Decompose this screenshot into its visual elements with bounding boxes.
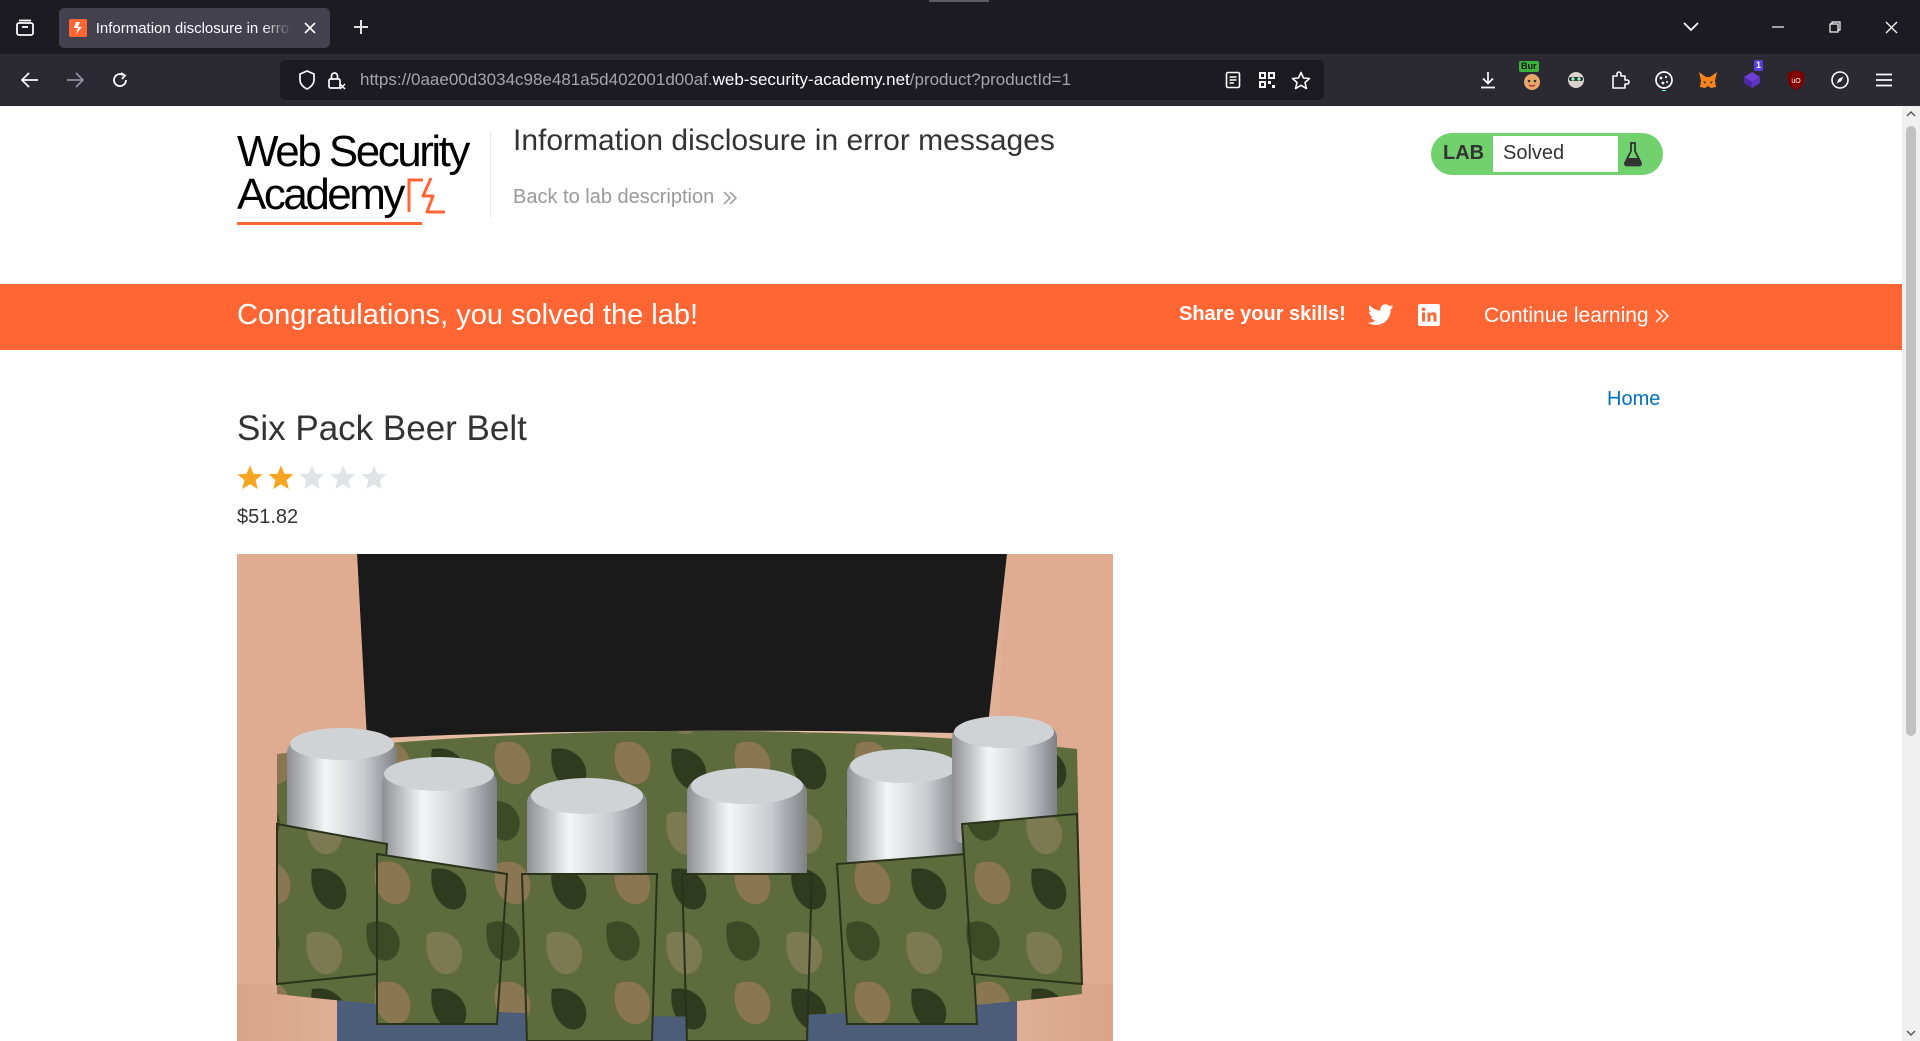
new-tab-button[interactable] bbox=[345, 11, 377, 43]
active-tab[interactable]: Information disclosure in error messages bbox=[59, 8, 330, 48]
drag-indicator bbox=[929, 0, 989, 2]
tab-bar: Information disclosure in error messages bbox=[0, 0, 1920, 54]
congratulations-message: Congratulations, you solved the lab! bbox=[237, 299, 699, 331]
linkedin-share-icon[interactable] bbox=[1418, 304, 1440, 331]
compass-extension-icon[interactable] bbox=[1818, 63, 1862, 97]
tab-list-icon bbox=[16, 19, 34, 36]
notification-badge: 1 bbox=[1754, 60, 1764, 71]
star-filled-icon bbox=[268, 465, 294, 490]
logo-lightning-icon bbox=[407, 177, 445, 214]
metamask-fox-icon[interactable] bbox=[1686, 63, 1730, 97]
logo-line-2: Academy bbox=[237, 170, 405, 219]
downloads-icon[interactable] bbox=[1466, 63, 1510, 97]
product-rating bbox=[236, 464, 391, 491]
tabbar-spacer bbox=[1719, 0, 1749, 54]
twitter-share-icon[interactable] bbox=[1367, 304, 1394, 331]
extensions-puzzle-icon[interactable] bbox=[1598, 63, 1642, 97]
logo-underline bbox=[237, 222, 422, 225]
minimize-button[interactable] bbox=[1749, 0, 1806, 54]
header-divider bbox=[490, 132, 491, 218]
plus-icon bbox=[354, 20, 368, 34]
minimize-icon bbox=[1771, 26, 1784, 28]
chevron-down-icon bbox=[1682, 22, 1699, 32]
site-lock-icon[interactable] bbox=[322, 65, 352, 95]
product-title: Six Pack Beer Belt bbox=[237, 409, 527, 448]
star-empty-icon bbox=[330, 465, 356, 490]
url-prefix: https://0aae00d3034c98e481a5d402001d00af… bbox=[360, 70, 713, 89]
product-price: $51.82 bbox=[237, 506, 299, 528]
cookie-extension-icon[interactable] bbox=[1642, 63, 1686, 97]
continue-learning-label: Continue learning bbox=[1484, 304, 1649, 327]
address-bar[interactable]: https://0aae00d3034c98e481a5d402001d00af… bbox=[280, 60, 1324, 100]
arrow-left-icon bbox=[21, 72, 38, 88]
restore-icon bbox=[1828, 21, 1841, 33]
web-security-academy-logo[interactable]: Web Security Academy bbox=[237, 127, 487, 225]
star-empty-icon bbox=[361, 465, 387, 490]
star-filled-icon bbox=[237, 465, 263, 490]
reader-view-icon[interactable] bbox=[1216, 63, 1250, 97]
restore-button[interactable] bbox=[1806, 0, 1863, 54]
lab-title: Information disclosure in error messages bbox=[513, 124, 1055, 157]
ublock-label: uO bbox=[1791, 78, 1801, 85]
url-path: /product?productId=1 bbox=[909, 70, 1071, 89]
close-icon bbox=[1885, 21, 1898, 33]
close-tab-icon[interactable] bbox=[300, 18, 320, 38]
flask-icon bbox=[1623, 142, 1643, 167]
lab-label: LAB bbox=[1443, 142, 1485, 164]
scrollbar-thumb[interactable] bbox=[1906, 126, 1916, 736]
navigation-toolbar: https://0aae00d3034c98e481a5d402001d00af… bbox=[0, 54, 1920, 106]
close-window-button[interactable] bbox=[1863, 0, 1920, 54]
scroll-down-arrow-icon[interactable] bbox=[1902, 1025, 1920, 1041]
forward-button[interactable] bbox=[58, 63, 92, 97]
tab-title: Information disclosure in error messages bbox=[95, 19, 293, 37]
scroll-up-arrow-icon[interactable] bbox=[1902, 106, 1920, 122]
reload-icon bbox=[113, 72, 127, 87]
continue-learning-link[interactable]: Continue learning bbox=[1484, 304, 1669, 328]
double-chevron-right-icon bbox=[1655, 309, 1669, 323]
qr-code-icon[interactable] bbox=[1250, 63, 1284, 97]
arrow-right-icon bbox=[67, 72, 84, 88]
product-image bbox=[237, 554, 1113, 1041]
burp-extension-icon[interactable]: Bur bbox=[1510, 61, 1554, 97]
back-link-label: Back to lab description bbox=[513, 186, 715, 208]
bookmark-star-icon[interactable] bbox=[1284, 63, 1318, 97]
lab-status-text: Solved bbox=[1503, 142, 1565, 164]
hamburger-menu-icon[interactable] bbox=[1862, 63, 1906, 97]
lab-status-box: Solved bbox=[1493, 136, 1618, 172]
tracking-protection-shield-icon[interactable] bbox=[292, 65, 322, 95]
page-scrollbar[interactable] bbox=[1902, 106, 1920, 1041]
home-link[interactable]: Home bbox=[1607, 388, 1660, 411]
logo-line-1: Web Security bbox=[237, 127, 470, 176]
reload-button[interactable] bbox=[103, 63, 137, 97]
url-text[interactable]: https://0aae00d3034c98e481a5d402001d00af… bbox=[360, 70, 1071, 90]
back-button[interactable] bbox=[13, 63, 47, 97]
url-domain: web-security-academy.net bbox=[712, 70, 910, 89]
burp-badge: Bur bbox=[1519, 61, 1539, 72]
star-empty-icon bbox=[299, 465, 325, 490]
back-to-lab-description-link[interactable]: Back to lab description bbox=[513, 186, 738, 209]
share-skills-label: Share your skills! bbox=[1179, 303, 1346, 325]
agent-extension-icon[interactable] bbox=[1554, 63, 1598, 97]
web-page: Web Security Academy Information disclos… bbox=[0, 106, 1902, 1041]
tab-list-button[interactable] bbox=[8, 11, 42, 45]
portswigger-favicon-icon bbox=[69, 19, 87, 37]
list-all-tabs-button[interactable] bbox=[1662, 0, 1719, 54]
ublock-origin-icon[interactable]: uO bbox=[1774, 63, 1818, 97]
lab-status-widget: LAB Solved bbox=[1431, 133, 1663, 175]
notification-extension-icon[interactable]: 1 bbox=[1730, 60, 1774, 97]
double-chevron-right-icon bbox=[723, 190, 738, 205]
solved-banner: Congratulations, you solved the lab! Sha… bbox=[0, 284, 1902, 350]
